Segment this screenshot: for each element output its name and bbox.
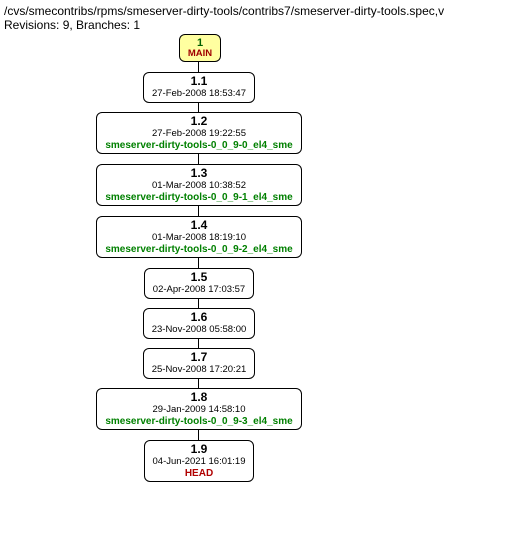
rev-tag: smeserver-dirty-tools-0_0_9-2_el4_sme <box>105 244 292 256</box>
rev-date: 23-Nov-2008 05:58:00 <box>152 325 247 336</box>
rev-date: 01-Mar-2008 10:38:52 <box>105 181 292 192</box>
rev-node-2: 1.2 27-Feb-2008 19:22:55 smeserver-dirty… <box>4 112 394 154</box>
rev-node-1: 1.1 27-Feb-2008 18:53:47 <box>4 72 394 103</box>
connector <box>198 378 199 388</box>
rev-tag: smeserver-dirty-tools-0_0_9-1_el4_sme <box>105 192 292 204</box>
rev-node-3: 1.3 01-Mar-2008 10:38:52 smeserver-dirty… <box>4 164 394 206</box>
connector <box>198 62 199 72</box>
rev-date: 04-Jun-2021 16:01:19 <box>153 457 246 468</box>
revisions-info: Revisions: 9, Branches: 1 <box>4 18 512 32</box>
rev-version: 1.7 <box>152 351 247 365</box>
connector <box>198 430 199 440</box>
rev-node-7: 1.7 25-Nov-2008 17:20:21 <box>4 348 394 379</box>
rev-version: 1.1 <box>152 75 246 89</box>
rev-version: 1.3 <box>105 167 292 181</box>
rev-node-8: 1.8 29-Jan-2009 14:58:10 smeserver-dirty… <box>4 388 394 430</box>
connector <box>198 338 199 348</box>
rev-node-5: 1.5 02-Apr-2008 17:03:57 <box>4 268 394 299</box>
root-node: 1 MAIN <box>179 34 221 62</box>
rev-date: 25-Nov-2008 17:20:21 <box>152 365 247 376</box>
rev-version: 1.2 <box>105 115 292 129</box>
connector <box>198 258 199 268</box>
rev-date: 29-Jan-2009 14:58:10 <box>105 405 292 416</box>
connector <box>198 298 199 308</box>
rev-version: 1.6 <box>152 311 247 325</box>
root-branch: MAIN <box>186 49 214 59</box>
rev-date: 02-Apr-2008 17:03:57 <box>153 285 245 296</box>
rev-version: 1.5 <box>153 271 245 285</box>
revision-graph: 1 MAIN 1.1 27-Feb-2008 18:53:47 1.2 27-F… <box>4 34 512 544</box>
rev-date: 01-Mar-2008 18:19:10 <box>105 233 292 244</box>
file-path: /cvs/smecontribs/rpms/smeserver-dirty-to… <box>4 4 512 18</box>
rev-version: 1.8 <box>105 391 292 405</box>
rev-node-6: 1.6 23-Nov-2008 05:58:00 <box>4 308 394 339</box>
rev-version: 1.9 <box>153 443 246 457</box>
rev-tag: smeserver-dirty-tools-0_0_9-0_el4_sme <box>105 140 292 152</box>
rev-tag: smeserver-dirty-tools-0_0_9-3_el4_sme <box>105 416 292 428</box>
rev-node-9: 1.9 04-Jun-2021 16:01:19 HEAD <box>4 440 394 482</box>
rev-date: 27-Feb-2008 19:22:55 <box>105 129 292 140</box>
rev-head: HEAD <box>153 468 246 480</box>
connector <box>198 102 199 112</box>
rev-version: 1.4 <box>105 219 292 233</box>
connector <box>198 206 199 216</box>
rev-node-4: 1.4 01-Mar-2008 18:19:10 smeserver-dirty… <box>4 216 394 258</box>
rev-date: 27-Feb-2008 18:53:47 <box>152 89 246 100</box>
connector <box>198 154 199 164</box>
